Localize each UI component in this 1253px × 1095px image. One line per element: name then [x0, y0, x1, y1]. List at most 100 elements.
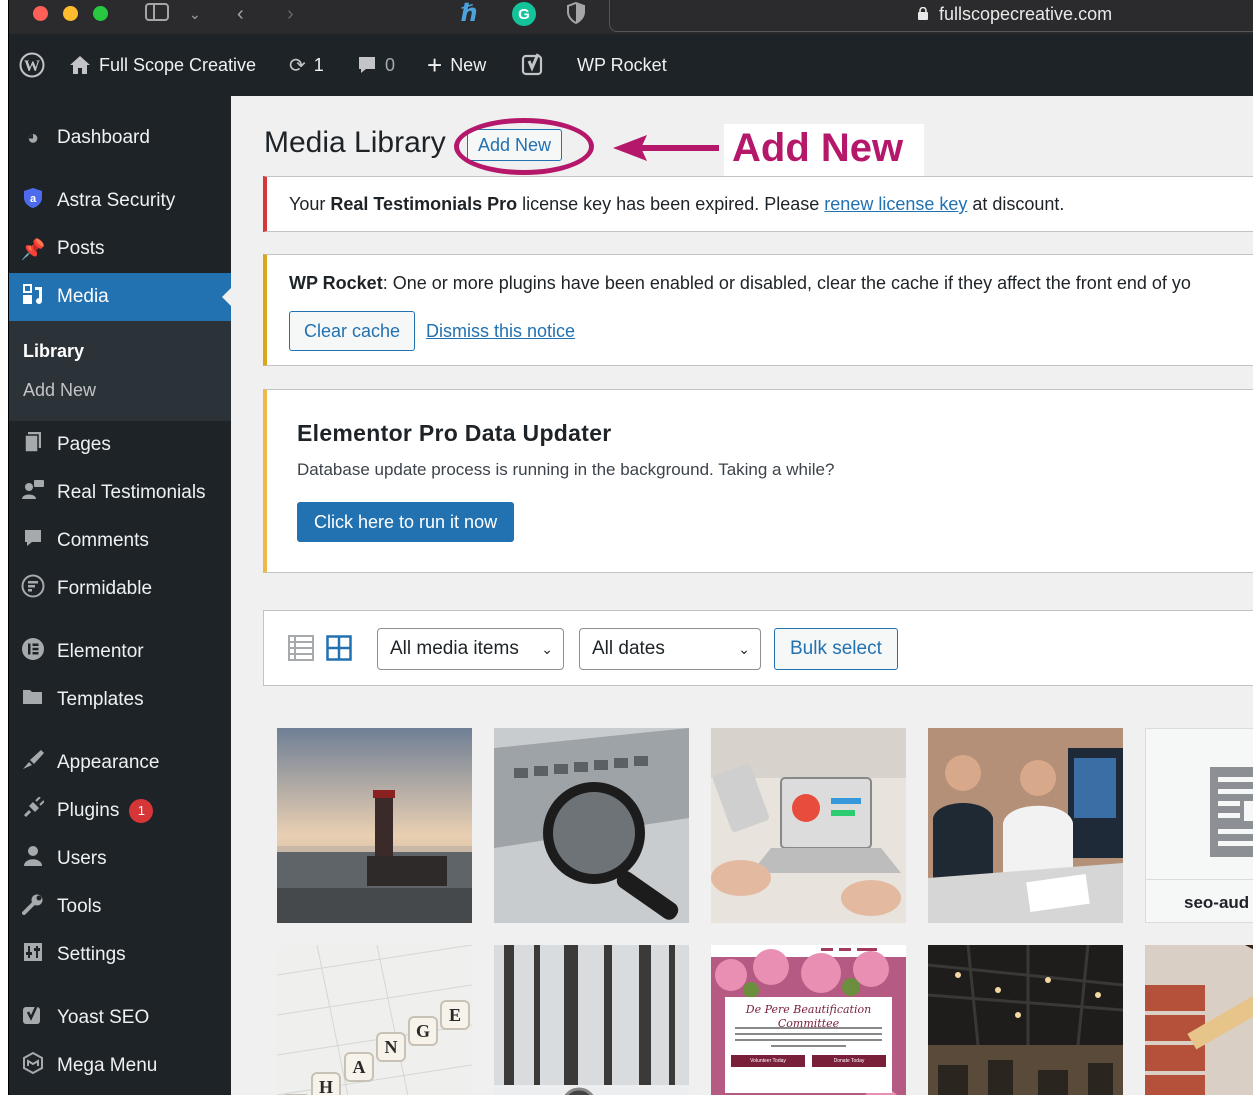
sidebar-item-dashboard[interactable]: ◕ Dashboard — [9, 114, 231, 162]
annotation-label: Add New — [732, 126, 904, 170]
annotation-arrow-left-icon — [613, 135, 719, 161]
media-thumbnail-lighthouse[interactable] — [277, 728, 472, 923]
chevron-down-icon[interactable]: ⌄ — [189, 2, 201, 26]
media-toolbar: All media items ⌄ All dates ⌄ Bulk selec… — [263, 610, 1253, 686]
svg-text:N: N — [385, 1037, 398, 1057]
run-updater-button[interactable]: Click here to run it now — [297, 502, 515, 542]
new-content-menu[interactable]: + New — [427, 34, 486, 96]
minimize-window-button[interactable] — [63, 6, 78, 21]
svg-text:E: E — [449, 1005, 461, 1025]
wp-rocket-label: WP Rocket — [577, 54, 667, 75]
url-text[interactable]: fullscopecreative.com — [939, 4, 1112, 25]
svg-text:a: a — [30, 193, 37, 205]
sidebar-item-mega-menu[interactable]: Mega Menu — [9, 1042, 231, 1090]
plugin-name: Real Testimonials Pro — [330, 194, 518, 214]
screenshot-frame: ⌄ ‹ › ℏ G fullscopecreative.com W Full S… — [8, 0, 1253, 1095]
main-content: Media Library Add New Add New Your Real … — [231, 96, 1253, 1095]
clear-cache-button[interactable]: Clear cache — [289, 311, 416, 351]
sidebar-item-yoast-seo[interactable]: Yoast SEO — [9, 994, 231, 1042]
sidebar-item-tools[interactable]: Tools — [9, 883, 231, 931]
updates-menu[interactable]: ⟳ 1 — [289, 34, 324, 96]
sidebar-item-astra-security[interactable]: a Astra Security — [9, 177, 231, 225]
media-thumbnail-meeting-charts[interactable] — [711, 728, 906, 923]
browser-toolbar: ⌄ ‹ › ℏ G fullscopecreative.com — [9, 0, 1253, 34]
forward-icon[interactable]: › — [287, 2, 294, 26]
wp-rocket-notice: WP Rocket: One or more plugins have been… — [263, 254, 1253, 366]
sidebar-item-real-testimonials[interactable]: Real Testimonials — [9, 469, 231, 517]
elementor-updater-notice: Elementor Pro Data Updater Database upda… — [263, 389, 1253, 573]
testimonials-icon — [9, 479, 57, 507]
volunteer-button-label: Volunteer Today — [750, 1058, 786, 1064]
close-window-button[interactable] — [33, 6, 48, 21]
sidebar-item-users[interactable]: Users — [9, 835, 231, 883]
chevron-down-icon: ⌄ — [541, 641, 553, 657]
donate-button-label: Donate Today — [833, 1058, 865, 1064]
list-view-icon[interactable] — [288, 635, 314, 661]
sidebar-item-posts[interactable]: 📌 Posts — [9, 225, 231, 273]
svg-text:G: G — [416, 1021, 430, 1041]
wp-rocket-menu[interactable]: WP Rocket — [577, 34, 667, 96]
site-name-menu[interactable]: Full Scope Creative — [69, 34, 256, 96]
grammarly-extension-icon[interactable]: G — [511, 1, 537, 33]
yoast-seo-icon — [9, 1004, 57, 1032]
media-thumbnail-bricks[interactable] — [1145, 945, 1253, 1095]
grid-view-icon[interactable] — [326, 635, 352, 661]
yoast-icon — [521, 53, 543, 76]
sidebar-toggle-icon[interactable] — [145, 2, 169, 28]
bulk-select-button[interactable]: Bulk select — [774, 628, 898, 670]
dashboard-icon: ◕ — [26, 126, 40, 149]
wrench-icon — [9, 893, 57, 921]
updates-count: 1 — [313, 54, 324, 75]
back-icon[interactable]: ‹ — [237, 2, 244, 26]
submenu-library[interactable]: Library — [23, 341, 84, 362]
media-thumbnail-magnifier-laptop[interactable] — [494, 728, 689, 923]
plugin-icon — [9, 796, 57, 825]
sidebar-item-formidable[interactable]: Formidable — [9, 565, 231, 613]
yoast-menu[interactable] — [521, 34, 547, 96]
dismiss-notice-link[interactable]: Dismiss this notice — [426, 321, 575, 342]
sidebar-item-comments[interactable]: Comments — [9, 517, 231, 565]
media-thumbnail-de-pere-website[interactable]: De Pere Beautification Committee Volunte… — [711, 945, 906, 1095]
svg-text:W: W — [24, 58, 40, 75]
comments-icon — [9, 528, 57, 554]
wordpress-logo-menu[interactable]: W — [19, 34, 45, 96]
submenu-add-new[interactable]: Add New — [23, 380, 96, 401]
media-submenu: Library Add New — [9, 321, 231, 421]
shield-extension-icon[interactable] — [567, 1, 585, 30]
media-type-filter[interactable]: All media items ⌄ — [377, 628, 564, 670]
plus-icon: + — [427, 49, 443, 80]
settings-sliders-icon — [9, 942, 57, 968]
wp-admin-bar: W Full Scope Creative ⟳ 1 0 + New WP Roc… — [9, 34, 1253, 96]
svg-text:A: A — [353, 1057, 366, 1077]
pushpin-icon: 📌 — [20, 238, 46, 261]
media-thumbnail-market-hall[interactable] — [928, 945, 1123, 1095]
media-thumbnail-winter-forest[interactable] — [494, 945, 689, 1095]
zoom-window-button[interactable] — [93, 6, 108, 21]
sidebar-item-elementor[interactable]: Elementor — [9, 628, 231, 676]
media-icon — [9, 283, 57, 311]
sidebar-item-appearance[interactable]: Appearance — [9, 739, 231, 787]
sidebar-item-templates[interactable]: Templates — [9, 676, 231, 724]
media-thumbnail-seo-audit[interactable]: seo-aud — [1145, 728, 1253, 923]
sidebar-item-pages[interactable]: Pages — [9, 421, 231, 469]
comment-bubble-icon — [359, 57, 375, 73]
date-filter[interactable]: All dates ⌄ — [579, 628, 761, 670]
sidebar-item-plugins[interactable]: Plugins 1 — [9, 787, 231, 835]
elementor-notice-title: Elementor Pro Data Updater — [297, 420, 612, 446]
wordpress-logo-icon: W — [19, 52, 45, 78]
media-filename: seo-aud — [1184, 893, 1250, 912]
mega-menu-icon — [9, 1051, 57, 1081]
comments-menu[interactable]: 0 — [357, 34, 395, 96]
honey-extension-icon[interactable]: ℏ — [461, 2, 478, 26]
site-name: Full Scope Creative — [99, 54, 257, 75]
address-bar[interactable] — [609, 0, 1253, 32]
media-thumbnail-change-dice[interactable]: CHANGE — [277, 945, 472, 1095]
admin-sidebar: ◕ Dashboard a Astra Security 📌 Posts Med… — [9, 96, 232, 1095]
pages-icon — [9, 431, 57, 459]
folder-icon — [9, 688, 57, 712]
sidebar-item-media[interactable]: Media — [9, 273, 232, 321]
media-thumbnail-business-men[interactable] — [928, 728, 1123, 923]
renew-license-link[interactable]: renew license key — [824, 194, 967, 214]
sidebar-item-settings[interactable]: Settings — [9, 931, 231, 979]
plugins-update-badge: 1 — [129, 799, 154, 823]
